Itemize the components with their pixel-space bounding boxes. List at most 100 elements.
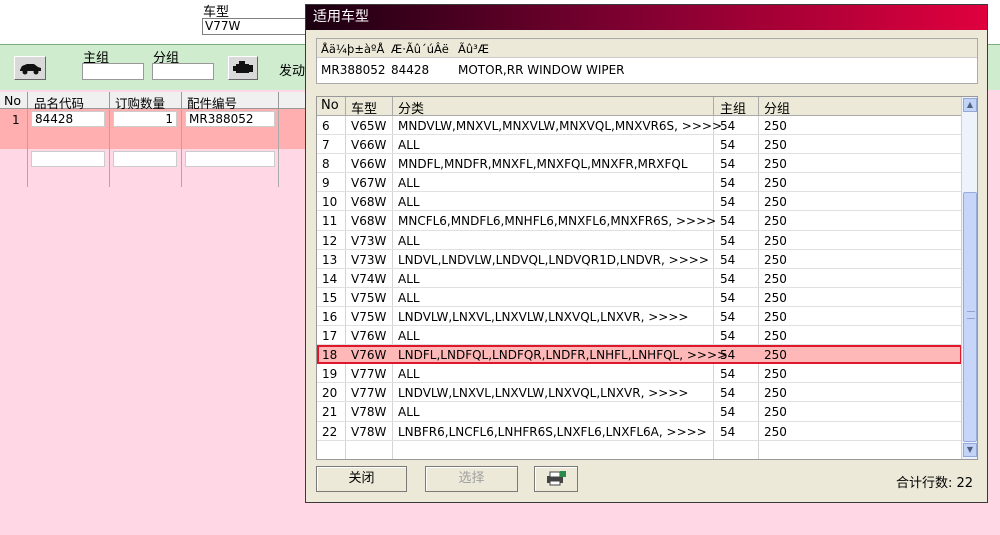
row-sub-group: 250 bbox=[764, 386, 787, 401]
scroll-up-icon[interactable]: ▲ bbox=[963, 98, 977, 112]
table-row[interactable]: 17 V76W ALL 54 250 bbox=[317, 326, 962, 346]
table-row[interactable]: 16 V75W LNDVLW,LNXVL,LNXVLW,LNXVQL,LNXVR, … bbox=[317, 307, 962, 327]
scroll-thumb[interactable] bbox=[963, 192, 977, 442]
row-model: V78W bbox=[351, 424, 387, 439]
row-model: V78W bbox=[351, 405, 387, 420]
select-button[interactable]: 选择 bbox=[425, 466, 518, 492]
models-table-body: 6 V65W MNDVLW,MNXVL,MNXVLW,MNXVQL,MNXVR6S,… bbox=[317, 116, 962, 441]
row-class: ALL bbox=[398, 271, 420, 286]
row-main-group: 54 bbox=[720, 214, 736, 229]
row-class: MNDVLW,MNXVL,MNXVLW,MNXVQL,MNXVR6S, >>>> bbox=[398, 119, 723, 133]
table-row[interactable]: 8 V66W MNDFL,MNDFR,MNXFL,MNXFQL,MNXFR,MRXF… bbox=[317, 154, 962, 174]
row-no: 10 bbox=[322, 195, 338, 210]
print-button[interactable] bbox=[534, 466, 578, 492]
engine-label: 发动 bbox=[279, 64, 306, 79]
row-sub-group: 250 bbox=[764, 290, 787, 305]
row-main-group: 54 bbox=[720, 348, 736, 363]
table-row-selected[interactable]: 18 V76W LNDFL,LNDFQL,LNDFQR,LNDFR,LNHFL,LN… bbox=[317, 345, 962, 365]
row-model: V67W bbox=[351, 176, 387, 191]
row-class: ALL bbox=[398, 138, 420, 153]
table-row[interactable]: 12 V73W ALL 54 250 bbox=[317, 231, 962, 250]
col-header-sub-group[interactable]: 分组 bbox=[764, 98, 790, 117]
row-main-group: 54 bbox=[720, 386, 736, 401]
row-no: 14 bbox=[322, 271, 338, 286]
row-class: ALL bbox=[398, 329, 420, 344]
row-no: 12 bbox=[322, 233, 338, 248]
info-code: 84428 bbox=[391, 63, 430, 77]
grid-cell-no: 1 bbox=[12, 113, 20, 127]
row-no: 7 bbox=[322, 138, 330, 153]
close-button[interactable]: 关闭 bbox=[316, 466, 407, 492]
grid-empty-cell[interactable] bbox=[31, 151, 105, 167]
table-row[interactable]: 20 V77W LNDVLW,LNXVL,LNXVLW,LNXVQL,LNXVR, … bbox=[317, 383, 962, 403]
order-grid-row[interactable]: 1 84428 1 MR388052 bbox=[0, 109, 310, 149]
order-grid-header: No 品名代码 订购数量 配件编号 bbox=[0, 92, 310, 111]
grid-cell-code[interactable]: 84428 bbox=[31, 111, 105, 127]
printer-icon bbox=[547, 471, 566, 486]
grid-empty-cell[interactable] bbox=[113, 151, 177, 167]
table-row[interactable]: 7 V66W ALL 54 250 bbox=[317, 135, 962, 155]
table-row[interactable]: 22 V78W LNBFR6,LNCFL6,LNHFR6S,LNXFL6,LNXFL… bbox=[317, 422, 962, 441]
window-title[interactable]: 适用车型 bbox=[306, 5, 987, 30]
table-row[interactable]: 6 V65W MNDVLW,MNXVL,MNXVLW,MNXVQL,MNXVR6S,… bbox=[317, 116, 962, 136]
engine-icon bbox=[233, 61, 253, 73]
col-header-class[interactable]: 分类 bbox=[398, 98, 424, 117]
table-row[interactable]: 14 V74W ALL 54 250 bbox=[317, 269, 962, 288]
row-main-group: 54 bbox=[720, 157, 736, 172]
info-header-code: Æ·Ãû´úÂë bbox=[391, 42, 449, 56]
table-row[interactable]: 19 V77W ALL 54 250 bbox=[317, 364, 962, 384]
scroll-down-icon[interactable]: ▼ bbox=[963, 443, 977, 457]
grid-header-no: No bbox=[4, 93, 21, 108]
row-model: V66W bbox=[351, 138, 387, 153]
sub-group-input[interactable] bbox=[152, 63, 214, 80]
row-sub-group: 250 bbox=[764, 119, 787, 133]
row-sub-group: 250 bbox=[764, 348, 787, 363]
row-main-group: 54 bbox=[720, 367, 736, 382]
total-rows-label: 合计行数: 22 bbox=[896, 476, 974, 491]
car-model-input[interactable]: V77W bbox=[202, 18, 312, 35]
row-main-group: 54 bbox=[720, 195, 736, 210]
row-class: ALL bbox=[398, 233, 420, 248]
row-model: V77W bbox=[351, 367, 387, 382]
vertical-scrollbar[interactable]: ▲ ▼ bbox=[961, 97, 977, 459]
row-sub-group: 250 bbox=[764, 233, 787, 248]
col-header-model[interactable]: 车型 bbox=[351, 98, 377, 117]
row-class: LNDVLW,LNXVL,LNXVLW,LNXVQL,LNXVR, >>>> bbox=[398, 309, 689, 324]
main-group-input[interactable] bbox=[82, 63, 144, 80]
row-no: 21 bbox=[322, 405, 338, 420]
row-model: V74W bbox=[351, 271, 387, 286]
row-class: LNBFR6,LNCFL6,LNHFR6S,LNXFL6,LNXFL6A, >>… bbox=[398, 424, 707, 439]
row-model: V76W bbox=[351, 348, 387, 363]
grid-empty-cell[interactable] bbox=[185, 151, 275, 167]
row-main-group: 54 bbox=[720, 252, 736, 267]
table-row[interactable]: 21 V78W ALL 54 250 bbox=[317, 402, 962, 422]
row-main-group: 54 bbox=[720, 309, 736, 324]
table-row[interactable]: 9 V67W ALL 54 250 bbox=[317, 173, 962, 193]
row-model: V68W bbox=[351, 214, 387, 229]
col-header-no[interactable]: No bbox=[321, 98, 339, 113]
row-main-group: 54 bbox=[720, 405, 736, 420]
row-no: 19 bbox=[322, 367, 338, 382]
table-row[interactable]: 10 V68W ALL 54 250 bbox=[317, 192, 962, 212]
row-class: LNDFL,LNDFQL,LNDFQR,LNDFR,LNHFL,LNHFQL, … bbox=[398, 348, 728, 363]
grid-cell-part[interactable]: MR388052 bbox=[185, 111, 275, 127]
car-button[interactable] bbox=[14, 56, 46, 80]
row-class: LNDVL,LNDVLW,LNDVQL,LNDVQR1D,LNDVR, >>>> bbox=[398, 252, 709, 267]
part-info-panel: Åä¼þ±àºÅ Æ·Ãû´úÂë Ãû³Æ MR388052 84428 MO… bbox=[316, 38, 978, 84]
row-class: LNDVLW,LNXVL,LNXVLW,LNXVQL,LNXVR, >>>> bbox=[398, 386, 689, 401]
row-sub-group: 250 bbox=[764, 424, 787, 439]
row-sub-group: 250 bbox=[764, 405, 787, 420]
order-grid-empty-row[interactable] bbox=[0, 149, 310, 187]
table-row[interactable]: 15 V75W ALL 54 250 bbox=[317, 288, 962, 307]
table-row[interactable]: 11 V68W MNCFL6,MNDFL6,MNHFL6,MNXFL6,MNXFR6… bbox=[317, 211, 962, 231]
col-header-main-group[interactable]: 主组 bbox=[720, 98, 746, 117]
row-sub-group: 250 bbox=[764, 367, 787, 382]
row-main-group: 54 bbox=[720, 233, 736, 248]
engine-button[interactable] bbox=[228, 56, 258, 80]
row-no: 16 bbox=[322, 309, 338, 324]
row-sub-group: 250 bbox=[764, 138, 787, 153]
row-sub-group: 250 bbox=[764, 329, 787, 344]
row-model: V65W bbox=[351, 119, 387, 133]
table-row[interactable]: 13 V73W LNDVL,LNDVLW,LNDVQL,LNDVQR1D,LNDVR… bbox=[317, 250, 962, 269]
grid-cell-qty[interactable]: 1 bbox=[113, 111, 177, 127]
